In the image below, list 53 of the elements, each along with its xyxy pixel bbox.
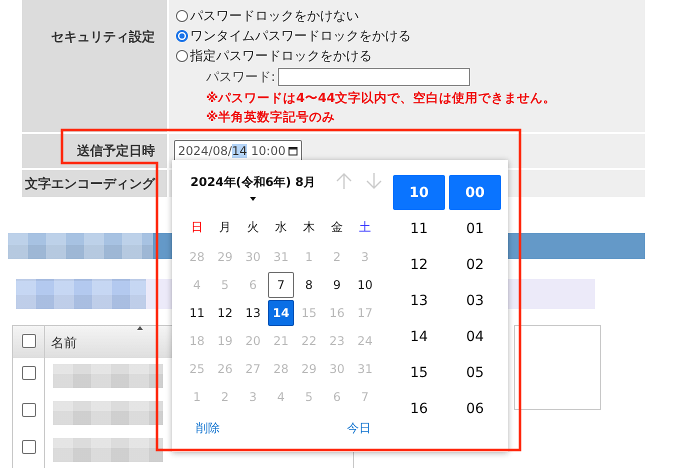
minute-option[interactable]: 01: [449, 211, 501, 247]
radio-label: ワンタイムパスワードロックをかける: [190, 28, 411, 45]
weekday-label: 火: [246, 218, 260, 236]
hour-option[interactable]: 10: [393, 175, 445, 210]
field-label: 送信予定日時: [22, 134, 167, 168]
warning-text: ※パスワードは4〜44文字以内で、空白は使用できません。: [205, 89, 558, 107]
minute-option[interactable]: 04: [449, 319, 501, 355]
weekday-label: 日: [190, 218, 204, 236]
radio-button[interactable]: [176, 30, 188, 42]
minute-option[interactable]: 03: [449, 283, 501, 319]
today-link[interactable]: 今日: [347, 420, 371, 437]
calendar-icon[interactable]: [288, 146, 298, 156]
column-header[interactable]: 名前: [45, 326, 83, 358]
field-label: セキュリティ設定: [22, 0, 167, 132]
calendar-day[interactable]: 13: [240, 300, 266, 326]
calendar-day[interactable]: 9: [324, 272, 350, 298]
password-field[interactable]: [278, 68, 470, 86]
radio-button[interactable]: [176, 50, 188, 62]
hour-option[interactable]: 11: [393, 211, 445, 247]
minute-option[interactable]: 05: [449, 355, 501, 391]
calendar-day[interactable]: 10: [352, 272, 378, 298]
clear-link[interactable]: 削除: [196, 420, 220, 437]
field-label: パスワード:: [206, 69, 276, 86]
datetime-field[interactable]: 2024/08/14 10:00: [174, 140, 302, 162]
hour-option[interactable]: 13: [393, 283, 445, 319]
month-selector[interactable]: 2024年(令和6年) 8月: [184, 172, 322, 201]
weekday-label: 土: [358, 218, 372, 236]
sort-caret-icon[interactable]: [137, 326, 143, 330]
radio-label: 指定パスワードロックをかける: [190, 48, 372, 65]
minute-option[interactable]: 02: [449, 247, 501, 283]
field-label: 文字エンコーディング: [22, 170, 167, 197]
checkbox[interactable]: [22, 403, 36, 417]
weekday-label: 木: [302, 218, 316, 236]
calendar-day[interactable]: 7: [268, 272, 294, 298]
weekday-label: 月: [218, 218, 232, 236]
hour-option[interactable]: 16: [393, 391, 445, 427]
calendar-day[interactable]: 14: [268, 300, 294, 326]
checkbox[interactable]: [22, 366, 36, 380]
checkbox[interactable]: [22, 334, 36, 348]
calendar-day[interactable]: 12: [212, 300, 238, 326]
calendar-day[interactable]: 11: [184, 300, 210, 326]
radio-button[interactable]: [176, 10, 188, 22]
weekday-label: 水: [274, 218, 288, 236]
checkbox[interactable]: [22, 440, 36, 454]
weekday-label: 金: [330, 218, 344, 236]
hour-option[interactable]: 15: [393, 355, 445, 391]
minute-option[interactable]: 00: [449, 175, 501, 210]
hour-option[interactable]: 12: [393, 247, 445, 283]
calendar-day[interactable]: 8: [296, 272, 322, 298]
hour-option[interactable]: 14: [393, 319, 445, 355]
radio-label: パスワードロックをかけない: [190, 8, 359, 25]
warning-text: ※半角英数字記号のみ: [205, 108, 336, 126]
minute-option[interactable]: 06: [449, 391, 501, 427]
